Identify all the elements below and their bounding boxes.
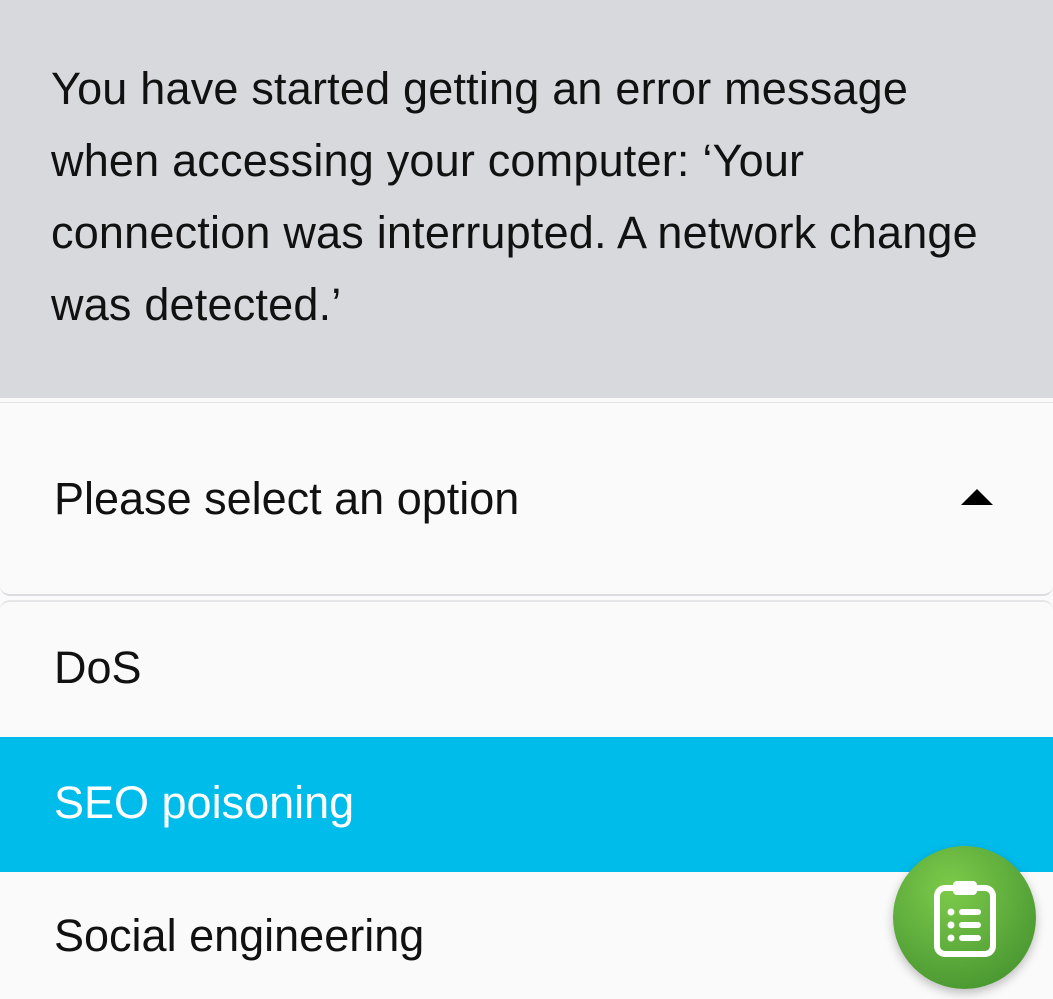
select-placeholder: Please select an option	[54, 473, 520, 524]
question-text: You have started getting an error messag…	[51, 63, 978, 330]
options-list: DoS SEO poisoning Social engineering	[0, 600, 1053, 999]
option-label: SEO poisoning	[54, 777, 355, 828]
caret-up-icon	[961, 489, 993, 505]
notes-button[interactable]	[893, 846, 1036, 989]
option-label: DoS	[54, 642, 142, 693]
question-panel: You have started getting an error messag…	[0, 0, 1053, 398]
clipboard-list-icon	[934, 881, 996, 957]
option-dos[interactable]: DoS	[0, 602, 1053, 737]
option-select[interactable]: Please select an option	[0, 402, 1053, 596]
option-seo-poisoning[interactable]: SEO poisoning	[0, 737, 1053, 872]
option-label: Social engineering	[54, 910, 425, 961]
